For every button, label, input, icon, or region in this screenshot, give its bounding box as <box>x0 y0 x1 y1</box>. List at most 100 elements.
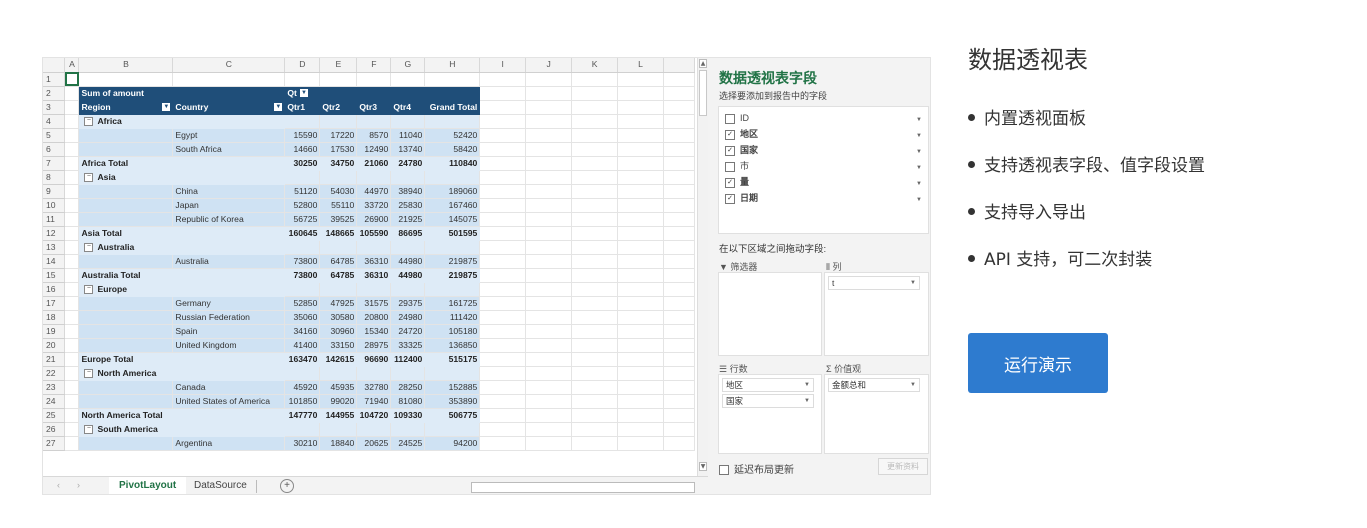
cell[interactable] <box>571 198 619 213</box>
cell[interactable] <box>571 114 619 129</box>
cell[interactable] <box>390 114 426 129</box>
chevron-down-icon[interactable]: ▼ <box>804 379 810 392</box>
cell[interactable] <box>525 380 573 395</box>
cell[interactable] <box>64 268 80 283</box>
cell[interactable] <box>617 100 664 115</box>
cell[interactable] <box>571 170 619 185</box>
cell[interactable] <box>284 72 321 87</box>
cell[interactable] <box>617 128 664 143</box>
cell[interactable] <box>479 86 527 101</box>
cell[interactable] <box>390 366 426 381</box>
row-header[interactable]: 17 <box>43 296 66 311</box>
region-group-cell[interactable]: − South America <box>78 422 286 437</box>
cell[interactable] <box>284 366 321 381</box>
cell[interactable] <box>319 422 358 437</box>
cell[interactable] <box>284 114 321 129</box>
field-item[interactable]: ✓ 日期 ▼ <box>725 191 925 207</box>
cell[interactable] <box>64 212 80 227</box>
cell[interactable] <box>356 366 392 381</box>
cell[interactable] <box>479 72 527 87</box>
cell[interactable] <box>525 142 573 157</box>
cell[interactable] <box>319 282 358 297</box>
region-group-cell[interactable]: − Asia <box>78 170 286 185</box>
cell[interactable] <box>617 184 664 199</box>
cell[interactable] <box>64 380 80 395</box>
cell[interactable] <box>479 352 527 367</box>
cell[interactable] <box>525 254 573 269</box>
sheet-grid[interactable]: ABCDEFGHIJKL 1 2 Sum of amount Qt ▼ 3 Region ▼ C… <box>43 58 695 476</box>
collapse-icon[interactable]: − <box>84 368 94 378</box>
cell[interactable] <box>617 156 664 171</box>
cell[interactable] <box>525 338 573 353</box>
tab-next-icon[interactable]: › <box>77 480 80 490</box>
cell[interactable] <box>525 324 573 339</box>
cell[interactable] <box>525 282 573 297</box>
chevron-down-icon[interactable]: ▼ <box>910 277 916 290</box>
cell[interactable] <box>479 100 527 115</box>
cell[interactable] <box>390 86 426 101</box>
field-checkbox[interactable]: ✓ <box>725 129 735 140</box>
cell[interactable] <box>525 170 573 185</box>
cell[interactable] <box>571 100 619 115</box>
cell[interactable] <box>479 394 527 409</box>
cell[interactable] <box>64 338 80 353</box>
cell[interactable] <box>571 156 619 171</box>
cell[interactable] <box>525 240 573 255</box>
cell[interactable] <box>663 86 695 101</box>
cell[interactable] <box>479 128 527 143</box>
cell[interactable] <box>571 282 619 297</box>
cell[interactable] <box>356 114 392 129</box>
row-header[interactable]: 12 <box>43 226 66 241</box>
cell[interactable] <box>479 226 527 241</box>
cell[interactable] <box>663 226 695 241</box>
collapse-icon[interactable]: − <box>84 424 94 434</box>
row-header[interactable]: 18 <box>43 310 66 325</box>
cell[interactable] <box>424 422 481 437</box>
row-header[interactable]: 24 <box>43 394 66 409</box>
row-header[interactable]: 9 <box>43 184 66 199</box>
region-group-cell[interactable]: − Europe <box>78 282 286 297</box>
cell[interactable] <box>64 100 80 115</box>
chevron-down-icon[interactable]: ▼ <box>916 161 922 175</box>
cell[interactable] <box>571 268 619 283</box>
cell[interactable] <box>663 114 695 129</box>
cell[interactable] <box>617 352 664 367</box>
cell[interactable] <box>663 170 695 185</box>
cell[interactable] <box>424 366 481 381</box>
field-checkbox[interactable] <box>725 161 735 172</box>
chevron-down-icon[interactable]: ▼ <box>916 177 922 191</box>
cell[interactable] <box>479 338 527 353</box>
row-header[interactable]: 1 <box>43 72 66 87</box>
cell[interactable] <box>525 366 573 381</box>
cell[interactable] <box>663 324 695 339</box>
cell[interactable] <box>617 198 664 213</box>
column-header-f[interactable]: F <box>356 58 392 73</box>
cell[interactable] <box>663 436 695 451</box>
row-header[interactable]: 23 <box>43 380 66 395</box>
column-header-e[interactable]: E <box>319 58 358 73</box>
pivot-qt-cell[interactable]: Qt ▼ <box>284 86 321 101</box>
cell[interactable] <box>525 394 573 409</box>
cell[interactable] <box>571 142 619 157</box>
cell[interactable] <box>64 184 80 199</box>
cell[interactable] <box>617 240 664 255</box>
chevron-down-icon[interactable]: ▼ <box>916 193 922 207</box>
cell[interactable] <box>172 86 286 101</box>
tab-pivotlayout[interactable]: PivotLayout <box>109 477 187 494</box>
row-header[interactable]: 3 <box>43 100 66 115</box>
cell[interactable] <box>479 240 527 255</box>
cell[interactable] <box>64 366 80 381</box>
collapse-icon[interactable]: − <box>84 242 94 252</box>
cell[interactable] <box>284 282 321 297</box>
cell[interactable] <box>319 86 358 101</box>
cell[interactable] <box>319 72 358 87</box>
column-header-c[interactable]: C <box>172 58 286 73</box>
collapse-icon[interactable]: − <box>84 172 94 182</box>
row-header[interactable]: 21 <box>43 352 66 367</box>
defer-checkbox[interactable] <box>719 465 729 476</box>
cell[interactable] <box>617 268 664 283</box>
cell[interactable] <box>617 366 664 381</box>
cell[interactable] <box>319 366 358 381</box>
cell[interactable] <box>78 394 174 409</box>
cell[interactable] <box>663 100 695 115</box>
